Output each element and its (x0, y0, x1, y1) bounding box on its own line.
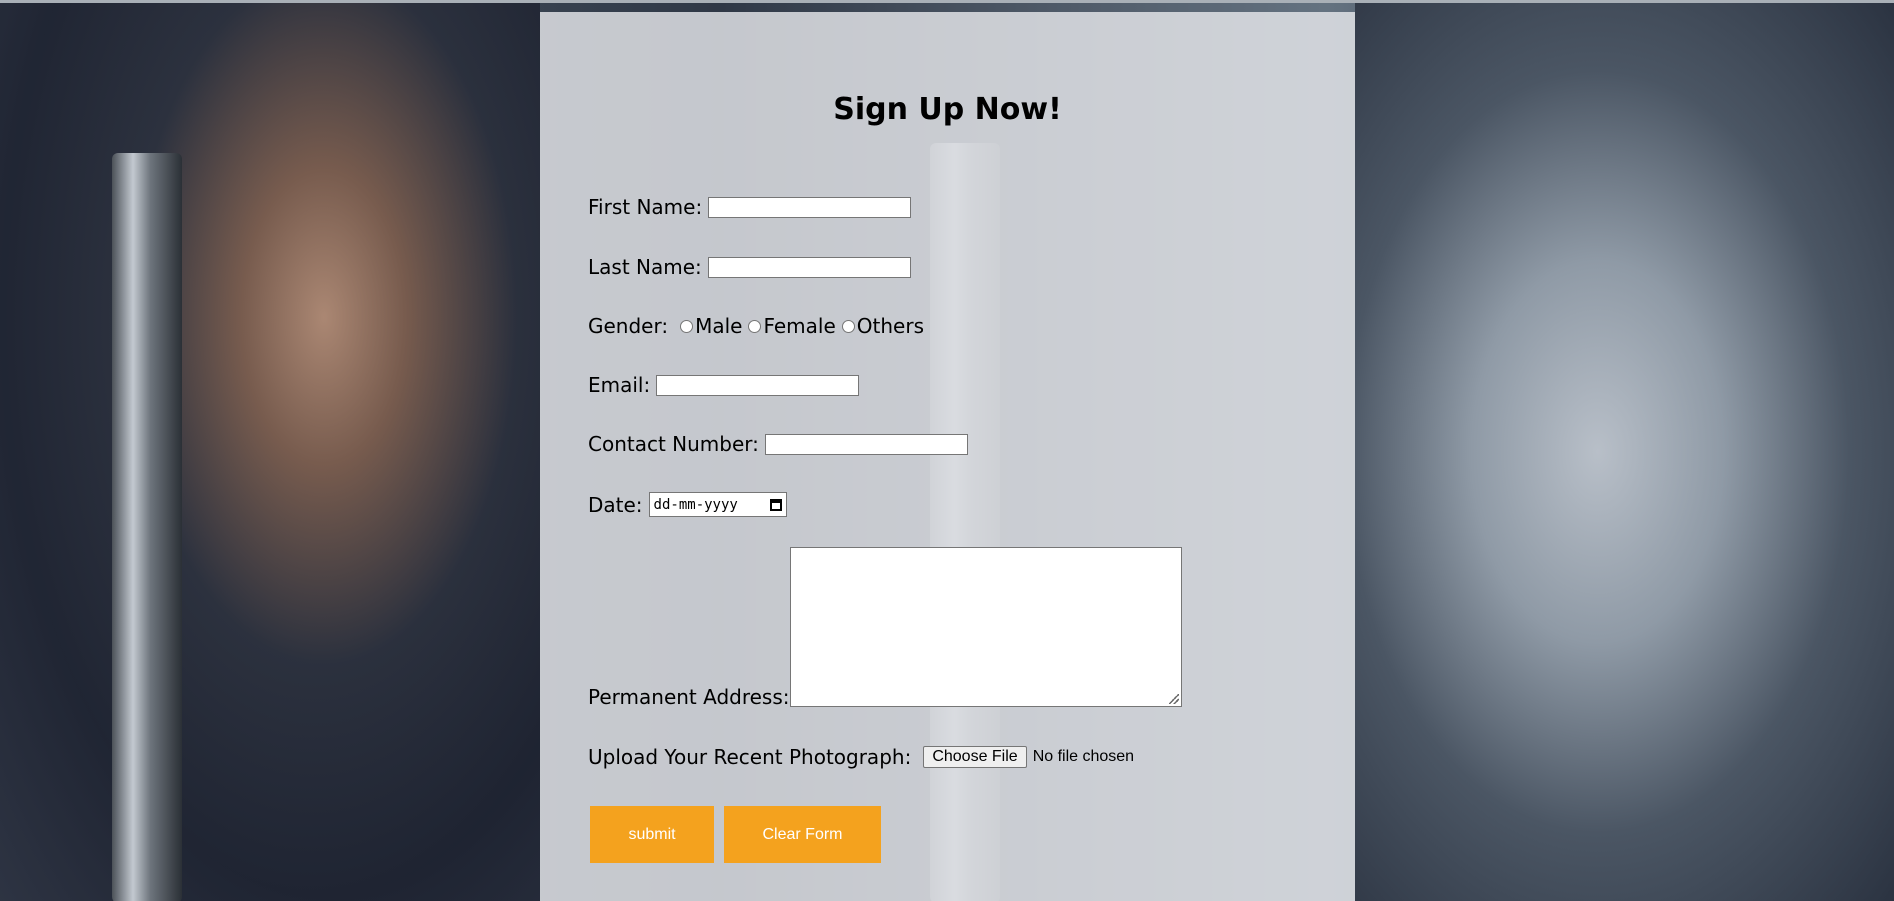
email-input[interactable] (656, 374, 860, 396)
gender-male-radio[interactable] (680, 319, 694, 333)
resize-grip-icon[interactable] (1169, 694, 1179, 704)
address-label: Permanent Address: (588, 685, 790, 709)
address-textarea[interactable] (790, 547, 1182, 707)
gender-label: Gender: (588, 314, 669, 338)
upload-label: Upload Your Recent Photograph: (588, 745, 912, 769)
last-name-input[interactable] (707, 256, 911, 278)
bar-left (112, 153, 182, 901)
contact-label: Contact Number: (588, 432, 759, 456)
choose-file-button[interactable]: Choose File (923, 746, 1027, 768)
date-input[interactable]: dd-mm-yyyy (648, 492, 787, 517)
clear-form-button[interactable]: Clear Form (724, 806, 881, 863)
first-name-label: First Name: (588, 195, 703, 219)
gender-female-label[interactable]: Female (763, 314, 835, 338)
gender-others-radio[interactable] (841, 319, 855, 333)
contact-input[interactable] (764, 433, 968, 455)
gender-female-radio[interactable] (748, 319, 762, 333)
gender-male-label[interactable]: Male (695, 314, 742, 338)
contact-row: Contact Number: (588, 432, 968, 456)
email-row: Email: (588, 373, 860, 397)
email-label: Email: (588, 373, 651, 397)
last-name-row: Last Name: (588, 255, 911, 279)
page: Sign Up Now! First Name: Last Name: Gend… (0, 0, 1894, 901)
file-status: No file chosen (1032, 748, 1135, 765)
form-title: Sign Up Now! (833, 92, 1062, 127)
last-name-label: Last Name: (588, 255, 702, 279)
date-label: Date: (588, 492, 643, 517)
first-name-row: First Name: (588, 195, 912, 219)
date-placeholder: dd-mm-yyyy (653, 496, 738, 513)
submit-button[interactable]: submit (590, 806, 714, 863)
calendar-icon[interactable] (769, 498, 782, 511)
signup-form-panel: Sign Up Now! First Name: Last Name: Gend… (540, 12, 1355, 901)
first-name-input[interactable] (708, 196, 912, 218)
background-photo-right (1355, 3, 1894, 901)
gender-others-label[interactable]: Others (857, 314, 924, 338)
date-row: Date: dd-mm-yyyy (588, 492, 787, 517)
background-photo-left (0, 3, 540, 901)
gender-row: Gender: Male Female Others (588, 314, 924, 338)
address-row: Permanent Address: (588, 685, 796, 709)
upload-row: Upload Your Recent Photograph: Choose Fi… (588, 745, 1134, 769)
